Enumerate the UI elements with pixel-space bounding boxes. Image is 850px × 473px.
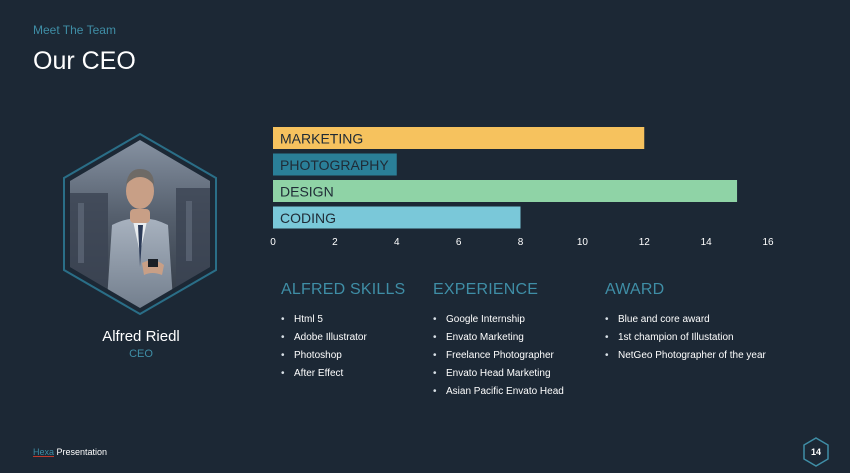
ceo-photo-hexagon [63, 133, 217, 315]
x-tick-label: 12 [639, 237, 651, 248]
footer-brand-name: Hexa [33, 447, 55, 457]
bullet-icon: • [281, 332, 285, 343]
list-item: • Photoshop [281, 347, 405, 365]
footer-brand-suffix: Presentation [54, 447, 108, 457]
experience-column: EXPERIENCE • Google Internship • Envato Ma… [433, 281, 564, 401]
bar-design [273, 180, 738, 202]
x-tick-label: 2 [332, 237, 338, 248]
x-tick-label: 10 [577, 237, 589, 248]
experience-heading: EXPERIENCE [433, 281, 539, 298]
ceo-name: Alfred Riedl [102, 328, 180, 345]
page-number: 14 [810, 447, 821, 457]
award-column: AWARD • Blue and core award • 1st champion… [605, 281, 766, 365]
bullet-icon: • [433, 386, 437, 397]
list-item: • Adobe Illustrator [281, 329, 405, 347]
x-tick-label: 4 [394, 237, 400, 248]
bar-label-design: DESIGN [280, 184, 334, 200]
bullet-icon: • [433, 314, 437, 325]
list-item: • After Effect [281, 365, 405, 383]
slide-title: Our CEO [33, 47, 136, 75]
bullet-icon: • [605, 332, 609, 343]
list-item: • Blue and core award [605, 311, 766, 329]
list-item: • Freelance Photographer [433, 347, 564, 365]
bullet-icon: • [433, 368, 437, 379]
bullet-icon: • [281, 368, 285, 379]
list-item: • Html 5 [281, 311, 405, 329]
bullet-icon: • [605, 314, 609, 325]
x-tick-label: 14 [701, 237, 713, 248]
list-item: • 1st champion of Illustation [605, 329, 766, 347]
skills-bar-chart: MARKETING PHOTOGRAPHY DESIGN CODING 0 2 4 6 8 10 1… [270, 127, 774, 248]
x-tick-label: 0 [270, 237, 276, 248]
x-tick-label: 8 [518, 237, 524, 248]
slide-eyebrow: Meet The Team [33, 23, 116, 37]
skills-heading: ALFRED SKILLS [281, 281, 406, 298]
bullet-icon: • [433, 332, 437, 343]
list-item: • Asian Pacific Envato Head [433, 383, 564, 401]
ceo-photo [70, 140, 210, 308]
bullet-icon: • [281, 314, 285, 325]
x-tick-label: 16 [762, 237, 774, 248]
list-item: • NetGeo Photographer of the year [605, 347, 766, 365]
bullet-icon: • [281, 350, 285, 361]
bullet-icon: • [605, 350, 609, 361]
footer-brand: Hexa Presentation [33, 447, 107, 457]
ceo-role: CEO [129, 348, 153, 360]
x-tick-label: 6 [456, 237, 462, 248]
bar-label-photography: PHOTOGRAPHY [280, 157, 389, 173]
list-item: • Envato Head Marketing [433, 365, 564, 383]
bullet-icon: • [433, 350, 437, 361]
award-heading: AWARD [605, 281, 665, 298]
list-item: • Envato Marketing [433, 329, 564, 347]
bar-label-coding: CODING [280, 210, 336, 226]
skills-column: ALFRED SKILLS • Html 5 • Adobe Illustrator… [281, 281, 405, 383]
bar-label-marketing: MARKETING [280, 131, 363, 147]
list-item: • Google Internship [433, 311, 564, 329]
